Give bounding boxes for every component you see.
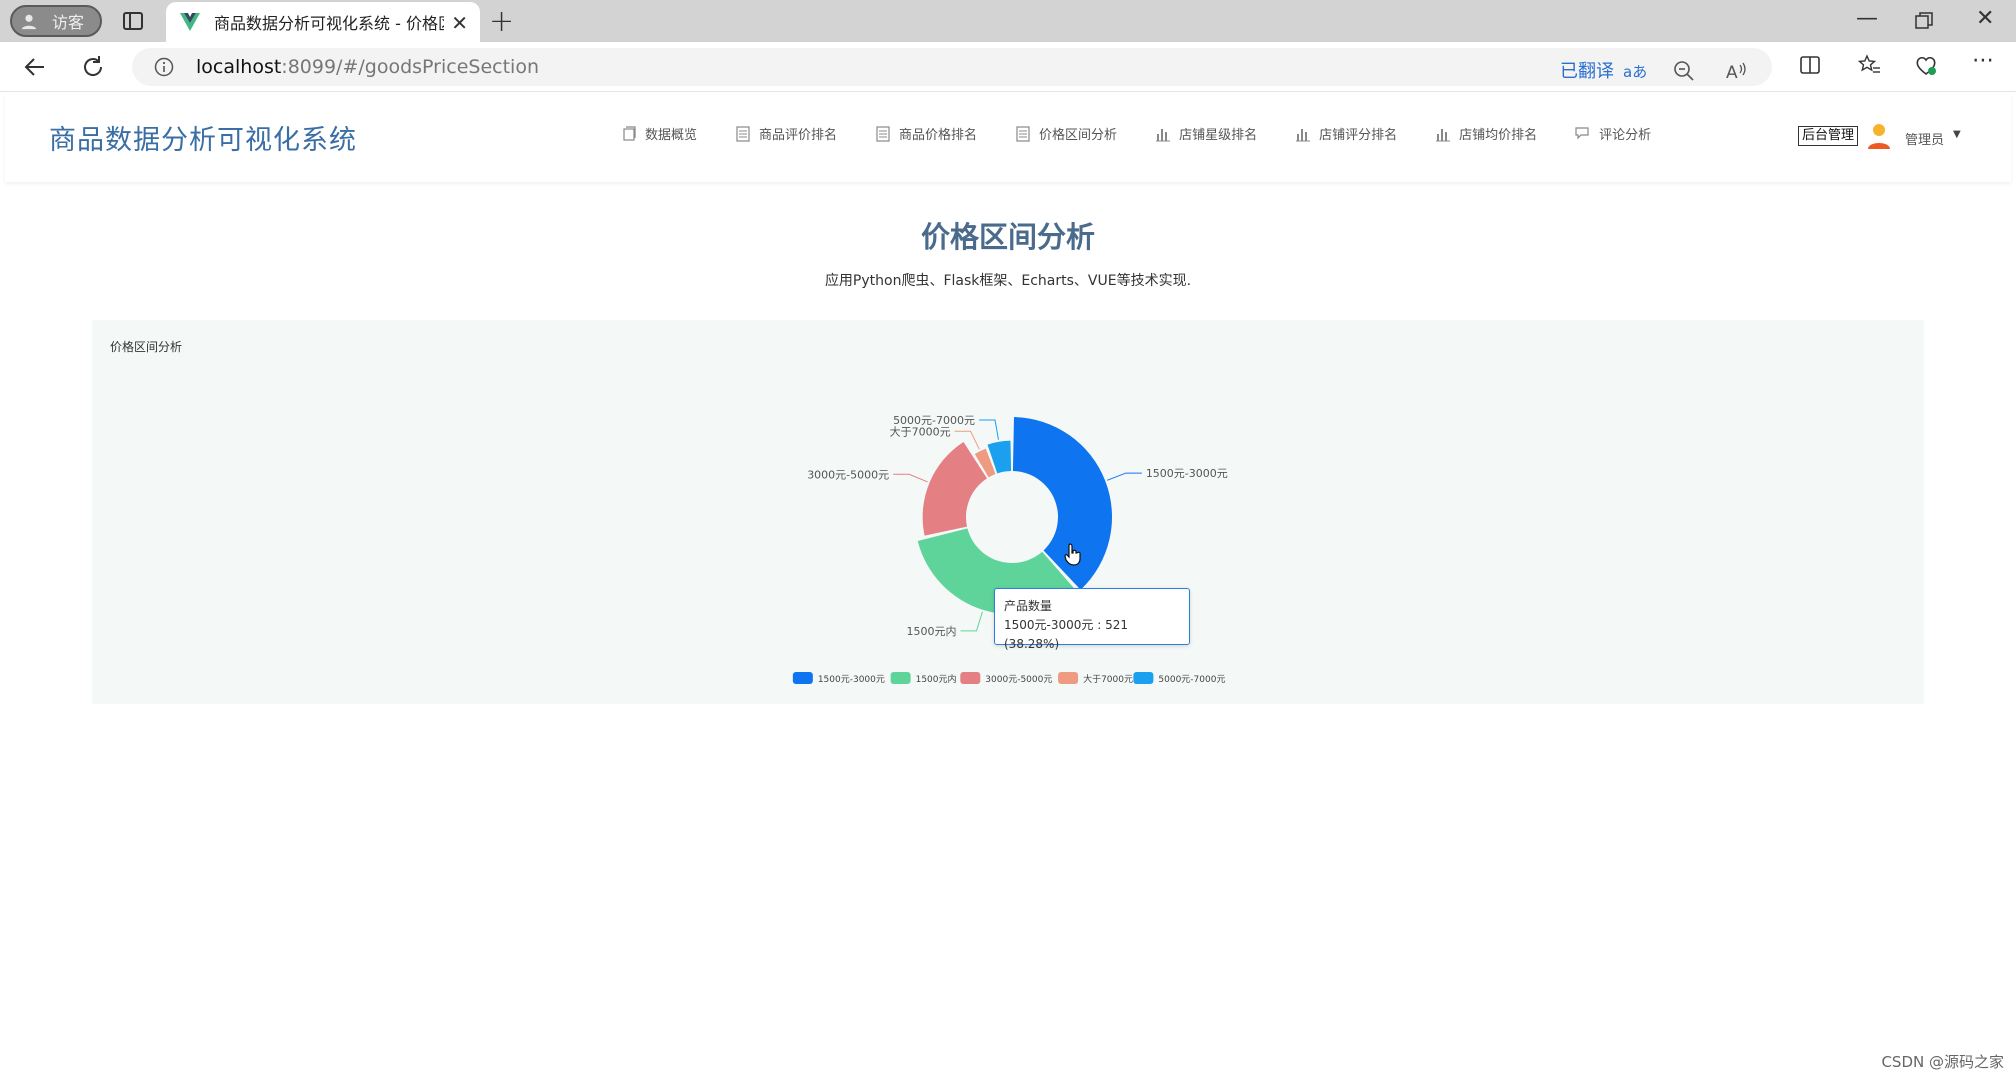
user-icon bbox=[21, 14, 37, 30]
url-host: localhost bbox=[196, 56, 282, 78]
url-field[interactable]: localhost:8099/#/goodsPriceSection 已翻译 a… bbox=[132, 48, 1772, 86]
copy-icon bbox=[623, 125, 636, 141]
translated-label[interactable]: 已翻译 bbox=[1560, 57, 1614, 83]
favorites-icon[interactable] bbox=[1857, 53, 1881, 77]
page-subtitle: 应用Python爬虫、Flask框架、Echarts、VUE等技术实现. bbox=[824, 273, 1192, 289]
guest-label: 访客 bbox=[52, 13, 85, 32]
hand-cursor-icon bbox=[1064, 543, 1081, 566]
nav-item-price-rank[interactable]: 商品价格排名 bbox=[875, 124, 977, 143]
nav-item-comment-analysis[interactable]: 评论分析 bbox=[1575, 124, 1651, 143]
back-icon[interactable] bbox=[22, 54, 48, 80]
translate-icon[interactable]: aあ bbox=[1622, 59, 1646, 83]
slice-label: 3000元-5000元 bbox=[807, 468, 889, 481]
tab-actions-icon[interactable] bbox=[122, 10, 144, 32]
list-icon bbox=[736, 125, 750, 142]
minimize-icon[interactable]: — bbox=[1856, 6, 1878, 31]
guest-profile-button[interactable]: 访客 bbox=[10, 5, 102, 37]
bar-chart-icon bbox=[1296, 128, 1311, 141]
site-info-icon[interactable] bbox=[154, 57, 174, 77]
bar-chart-icon bbox=[1436, 128, 1451, 141]
app-root: 商品数据分析可视化系统 数据概览 商品评价排名 商品价格排名 价格区间分析 店铺… bbox=[5, 94, 2011, 1080]
nav-item-label: 数据概览 bbox=[645, 128, 698, 143]
legend-label: 1500元内 bbox=[916, 673, 957, 685]
svg-text:A: A bbox=[1726, 63, 1738, 83]
close-tab-icon[interactable]: ✕ bbox=[451, 11, 468, 35]
browser-essentials-icon[interactable] bbox=[1914, 53, 1938, 77]
nav-item-shop-star-rank[interactable]: 店铺星级排名 bbox=[1155, 124, 1257, 143]
refresh-icon[interactable] bbox=[80, 54, 106, 80]
watermark: CSDN @源码之家 bbox=[1881, 1053, 2004, 1071]
read-aloud-icon[interactable]: A bbox=[1724, 59, 1748, 83]
nav-item-label: 店铺均价排名 bbox=[1459, 128, 1538, 143]
legend-swatch bbox=[960, 672, 981, 684]
tab-title: 商品数据分析可视化系统 - 价格区 bbox=[214, 14, 444, 33]
comment-icon bbox=[1575, 126, 1589, 139]
label-leader-line bbox=[979, 419, 999, 440]
label-leader-line bbox=[893, 473, 928, 483]
nav-item-label: 评论分析 bbox=[1599, 128, 1652, 143]
legend-swatch bbox=[890, 672, 911, 684]
legend-label: 5000元-7000元 bbox=[1158, 675, 1225, 685]
legend-label: 1500元-3000元 bbox=[818, 675, 885, 685]
nav-item-label: 商品价格排名 bbox=[899, 128, 978, 143]
address-bar: localhost:8099/#/goodsPriceSection 已翻译 a… bbox=[0, 42, 2016, 92]
tooltip-title: 产品数量 bbox=[1004, 599, 1053, 613]
app-title: 商品数据分析可视化系统 bbox=[49, 125, 357, 156]
admin-button[interactable]: 后台管理 bbox=[1798, 126, 1859, 146]
legend-swatch bbox=[792, 672, 813, 684]
list-icon bbox=[1016, 125, 1030, 142]
nav-item-review-rank[interactable]: 商品评价排名 bbox=[735, 124, 837, 143]
nav-item-shop-score-rank[interactable]: 店铺评分排名 bbox=[1295, 124, 1397, 143]
legend-item[interactable]: 5000元-7000元 bbox=[1133, 672, 1225, 685]
page-title: 价格区间分析 bbox=[920, 220, 1095, 254]
top-nav-menu: 数据概览 商品评价排名 商品价格排名 价格区间分析 店铺星级排名 店铺评分排名 bbox=[621, 124, 1651, 143]
tooltip-text: 1500元-3000元 : 521 (38.28%) bbox=[1004, 618, 1128, 651]
restore-icon[interactable] bbox=[1915, 12, 1933, 30]
slice-label: 1500元-3000元 bbox=[1146, 467, 1228, 480]
bar-chart-icon bbox=[1156, 128, 1171, 141]
avatar[interactable] bbox=[1865, 122, 1893, 150]
url-text: localhost:8099/#/goodsPriceSection bbox=[196, 56, 539, 78]
split-screen-icon[interactable] bbox=[1798, 53, 1822, 77]
more-options-icon[interactable]: ⋯ bbox=[1972, 48, 1996, 73]
new-tab-button[interactable]: + bbox=[489, 4, 514, 39]
vue-logo-icon bbox=[180, 13, 200, 31]
label-leader-line bbox=[960, 611, 983, 632]
legend-label: 3000元-5000元 bbox=[985, 675, 1052, 685]
legend-swatch bbox=[1133, 672, 1154, 684]
legend-label: 大于7000元 bbox=[1083, 673, 1133, 685]
url-path: :8099/#/goodsPriceSection bbox=[281, 56, 539, 78]
nav-item-label: 店铺星级排名 bbox=[1179, 128, 1258, 143]
legend-item[interactable]: 1500元内 bbox=[890, 672, 957, 685]
slice-label: 1500元内 bbox=[906, 624, 956, 638]
browser-tab-bar: 访客 商品数据分析可视化系统 - 价格区 ✕ + — ✕ bbox=[0, 0, 2016, 42]
svg-text:aあ: aあ bbox=[1623, 63, 1646, 81]
legend-item[interactable]: 3000元-5000元 bbox=[960, 672, 1052, 685]
app-header: 商品数据分析可视化系统 数据概览 商品评价排名 商品价格排名 价格区间分析 店铺… bbox=[5, 94, 2011, 182]
nav-item-overview[interactable]: 数据概览 bbox=[621, 124, 697, 143]
nav-item-label: 商品评价排名 bbox=[759, 128, 838, 143]
nav-item-shop-avg-price-rank[interactable]: 店铺均价排名 bbox=[1435, 124, 1537, 143]
chevron-down-icon[interactable]: ▼ bbox=[1953, 129, 1961, 140]
zoom-out-icon[interactable] bbox=[1672, 59, 1696, 83]
legend-item[interactable]: 1500元-3000元 bbox=[792, 672, 885, 685]
legend-swatch bbox=[1058, 672, 1079, 684]
legend-item[interactable]: 大于7000元 bbox=[1058, 672, 1133, 685]
user-name[interactable]: 管理员 bbox=[1905, 129, 1944, 148]
browser-tab-active[interactable]: 商品数据分析可视化系统 - 价格区 ✕ bbox=[166, 2, 480, 42]
chart-title: 价格区间分析 bbox=[110, 340, 183, 354]
nav-item-price-section[interactable]: 价格区间分析 bbox=[1015, 124, 1117, 143]
list-icon bbox=[876, 125, 890, 142]
nav-item-label: 店铺评分排名 bbox=[1319, 128, 1398, 143]
nav-item-label: 价格区间分析 bbox=[1039, 128, 1118, 143]
chart-tooltip: 产品数量 1500元-3000元 : 521 (38.28%) bbox=[994, 588, 1190, 651]
close-window-icon[interactable]: ✕ bbox=[1976, 6, 1994, 31]
label-leader-line bbox=[1106, 472, 1142, 481]
slice-label: 5000元-7000元 bbox=[893, 414, 975, 427]
